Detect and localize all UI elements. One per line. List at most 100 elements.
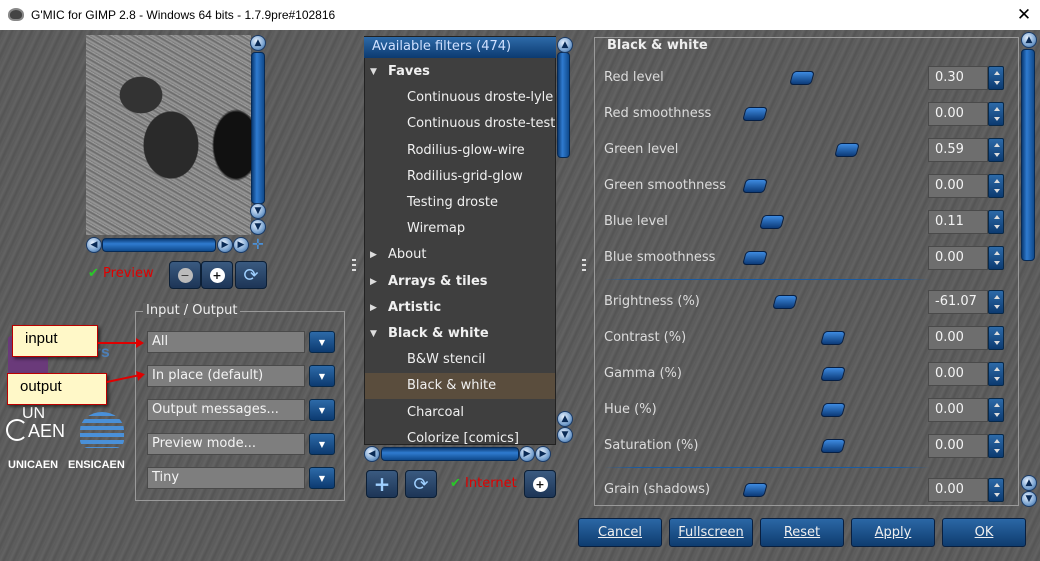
param-value-input[interactable]: 0.00 (928, 246, 988, 270)
preview-vertical-scrollbar[interactable] (251, 52, 265, 204)
param-slider-handle[interactable] (820, 331, 846, 345)
input-select[interactable]: All (147, 331, 305, 353)
preview-scroll-left-arrow[interactable]: ◀ (86, 237, 102, 253)
preview-scroll-down-arrow[interactable]: ▼ (250, 203, 266, 219)
preview-scroll-right-arrow-2[interactable]: ▶ (233, 237, 249, 253)
filter-category[interactable]: ▶ About (365, 242, 555, 268)
expanded-arrow-icon[interactable]: ▼ (370, 59, 377, 85)
param-slider-handle[interactable] (820, 367, 846, 381)
param-value-input[interactable]: 0.00 (928, 174, 988, 198)
param-slider-handle[interactable] (759, 215, 786, 229)
preview-size-select[interactable]: Tiny (147, 467, 305, 489)
param-slider-handle[interactable] (820, 439, 846, 453)
zoom-in-button[interactable]: + (201, 261, 233, 289)
param-value-input[interactable]: 0.59 (928, 138, 988, 162)
preview-size-dropdown-button[interactable]: ▼ (309, 467, 335, 489)
filter-item[interactable]: Wiremap (365, 216, 555, 242)
filter-category[interactable]: ▶ Artistic (365, 295, 555, 321)
filter-scroll-up-arrow-2[interactable]: ▲ (557, 411, 573, 427)
preview-horizontal-scrollbar[interactable] (102, 238, 216, 252)
filter-scroll-right-arrow-2[interactable]: ▶ (535, 446, 551, 462)
filter-scroll-right-arrow[interactable]: ▶ (519, 446, 535, 462)
param-spin-buttons[interactable] (988, 362, 1004, 386)
preview-scroll-up-arrow[interactable]: ▲ (250, 35, 266, 51)
refresh-preview-button[interactable]: ⟳ (235, 261, 267, 289)
param-value-input[interactable]: 0.00 (928, 362, 988, 386)
right-splitter-handle[interactable] (582, 259, 586, 273)
param-spin-buttons[interactable] (988, 478, 1004, 502)
collapsed-arrow-icon[interactable]: ▶ (370, 269, 377, 295)
params-scroll-up-arrow-2[interactable]: ▲ (1021, 475, 1037, 491)
filter-item[interactable]: Continuous droste-test (365, 111, 555, 137)
param-spin-buttons[interactable] (988, 434, 1004, 458)
preview-scroll-right-arrow[interactable]: ▶ (217, 237, 233, 253)
preview-image[interactable] (86, 35, 251, 235)
param-spin-buttons[interactable] (988, 290, 1004, 314)
filter-item[interactable]: Colorize [comics] (365, 426, 555, 444)
filter-tree[interactable]: ▼ Faves Continuous droste-lyle Continuous d… (364, 36, 556, 445)
output-select-dropdown-button[interactable]: ▼ (309, 365, 335, 387)
param-slider-handle[interactable] (771, 295, 798, 309)
filter-item[interactable]: Continuous droste-lyle (365, 85, 555, 111)
collapsed-arrow-icon[interactable]: ▶ (370, 295, 377, 321)
preview-mode-select[interactable]: Preview mode... (147, 433, 305, 455)
param-value-input[interactable]: 0.11 (928, 210, 988, 234)
filter-item[interactable]: Charcoal (365, 400, 555, 426)
param-slider-handle[interactable] (788, 71, 815, 85)
filter-scroll-up-arrow[interactable]: ▲ (557, 37, 573, 53)
param-value-input[interactable]: 0.30 (928, 66, 988, 90)
param-spin-buttons[interactable] (988, 138, 1004, 162)
param-slider-handle[interactable] (820, 403, 846, 417)
filter-scroll-left-arrow[interactable]: ◀ (364, 446, 380, 462)
param-value-input[interactable]: -61.07 (928, 290, 988, 314)
reset-button[interactable]: Reset (760, 518, 844, 547)
param-slider-handle[interactable] (742, 179, 768, 193)
param-spin-buttons[interactable] (988, 174, 1004, 198)
param-spin-buttons[interactable] (988, 102, 1004, 126)
filter-item[interactable]: Rodilius-glow-wire (365, 138, 555, 164)
params-scroll-up-arrow[interactable]: ▲ (1021, 32, 1037, 48)
output-messages-dropdown-button[interactable]: ▼ (309, 399, 335, 421)
filter-vertical-scrollbar[interactable] (557, 52, 570, 158)
param-value-input[interactable]: 0.00 (928, 434, 988, 458)
filter-settings-button[interactable]: + (524, 470, 556, 498)
params-vertical-scrollbar[interactable] (1021, 49, 1035, 261)
preview-scroll-down-arrow-2[interactable]: ▼ (250, 219, 266, 235)
param-slider-handle[interactable] (742, 483, 768, 497)
params-scroll-down-arrow[interactable]: ▼ (1021, 491, 1037, 507)
fullscreen-button[interactable]: Fullscreen (669, 518, 753, 547)
expanded-arrow-icon[interactable]: ▼ (370, 321, 377, 347)
input-select-dropdown-button[interactable]: ▼ (309, 331, 335, 353)
param-slider-handle[interactable] (742, 251, 768, 265)
filter-horizontal-scrollbar[interactable] (381, 447, 519, 461)
apply-button[interactable]: Apply (851, 518, 935, 547)
param-spin-buttons[interactable] (988, 66, 1004, 90)
param-spin-buttons[interactable] (988, 210, 1004, 234)
filter-item[interactable]: Testing droste (365, 190, 555, 216)
param-slider-handle[interactable] (742, 107, 768, 121)
preview-toggle[interactable]: ✔ Preview (88, 266, 154, 281)
zoom-out-button[interactable]: − (169, 261, 201, 289)
filter-category[interactable]: ▼ Faves (365, 59, 555, 85)
param-spin-buttons[interactable] (988, 326, 1004, 350)
left-splitter-handle[interactable] (352, 259, 356, 273)
cancel-button[interactable]: Cancel (578, 518, 662, 547)
output-messages-select[interactable]: Output messages... (147, 399, 305, 421)
param-value-input[interactable]: 0.00 (928, 102, 988, 126)
param-value-input[interactable]: 0.00 (928, 326, 988, 350)
refresh-filters-button[interactable]: ⟳ (405, 470, 437, 498)
filter-category[interactable]: ▼ Black & white (365, 321, 555, 347)
filter-item[interactable]: Black & white (365, 373, 555, 400)
ok-button[interactable]: OK (942, 518, 1026, 547)
output-select[interactable]: In place (default) (147, 365, 305, 387)
close-window-button[interactable]: ✕ (1014, 4, 1034, 26)
filter-item[interactable]: B&W stencil (365, 347, 555, 373)
add-fave-button[interactable]: + (366, 470, 398, 498)
collapsed-arrow-icon[interactable]: ▶ (370, 242, 377, 268)
param-spin-buttons[interactable] (988, 246, 1004, 270)
filter-item[interactable]: Rodilius-grid-glow (365, 164, 555, 190)
param-value-input[interactable]: 0.00 (928, 478, 988, 502)
filter-scroll-down-arrow[interactable]: ▼ (557, 427, 573, 443)
filter-category[interactable]: ▶ Arrays & tiles (365, 269, 555, 295)
param-spin-buttons[interactable] (988, 398, 1004, 422)
